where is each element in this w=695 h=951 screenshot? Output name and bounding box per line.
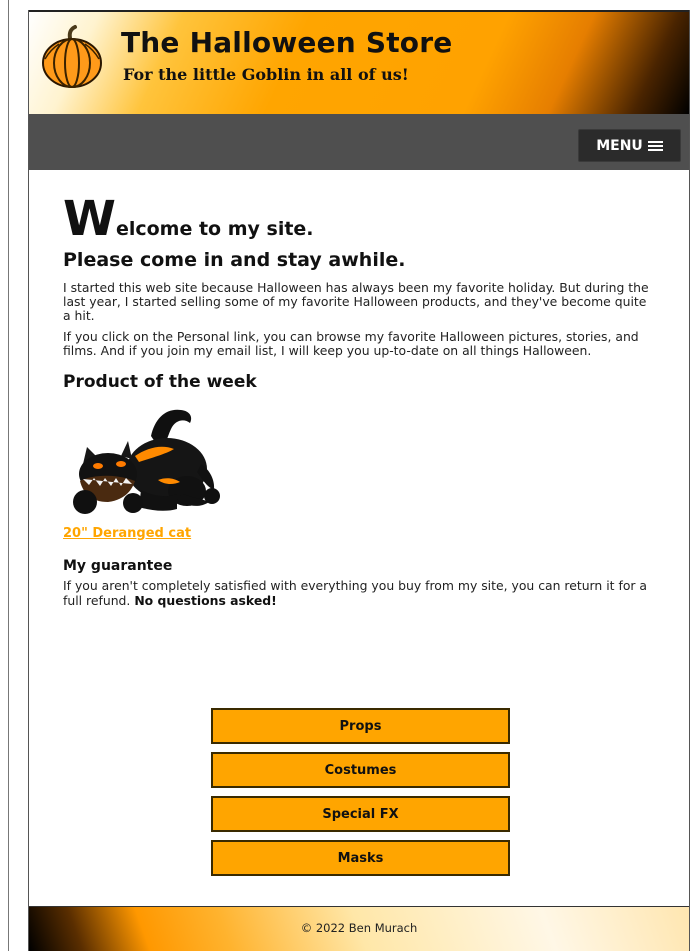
page-edge-line [8,0,9,951]
page: The Halloween Store For the little Gobli… [28,10,690,951]
product-heading: Product of the week [63,372,257,392]
pumpkin-icon [42,25,102,88]
guarantee-heading: My guarantee [63,558,173,574]
nav-bar: MENU [29,114,689,170]
hamburger-icon [647,140,663,152]
store-title: The Halloween Store [121,26,453,59]
welcome-text: elcome to my site. [115,218,314,240]
store-tagline: For the little Goblin in all of us! [123,65,409,84]
menu-button[interactable]: MENU [578,129,681,162]
costumes-button[interactable]: Costumes [211,752,510,788]
black-cat-image[interactable] [63,398,223,516]
menu-label: MENU [596,137,643,154]
personal-paragraph: If you click on the Personal link, you c… [63,329,639,358]
main-content: Welcome to my site. Please come in and s… [63,195,653,608]
special-fx-button[interactable]: Special FX [211,796,510,832]
intro-paragraph: I started this web site because Hallowee… [63,280,649,323]
welcome-heading: Welcome to my site. [63,195,653,243]
copyright-text: © 2022 Ben Murach [300,921,418,935]
drop-cap: W [63,191,116,247]
props-button[interactable]: Props [211,708,510,744]
masks-button[interactable]: Masks [211,840,510,876]
product-link[interactable]: 20" Deranged cat [63,526,191,541]
guarantee-emphasis: No questions asked! [134,593,277,608]
site-footer: © 2022 Ben Murach [29,906,689,951]
guarantee-paragraph: If you aren't completely satisfied with … [63,578,653,608]
category-buttons: Props Costumes Special FX Masks [211,708,510,884]
site-header: The Halloween Store For the little Gobli… [29,10,689,114]
welcome-subheading: Please come in and stay awhile. [63,249,406,271]
